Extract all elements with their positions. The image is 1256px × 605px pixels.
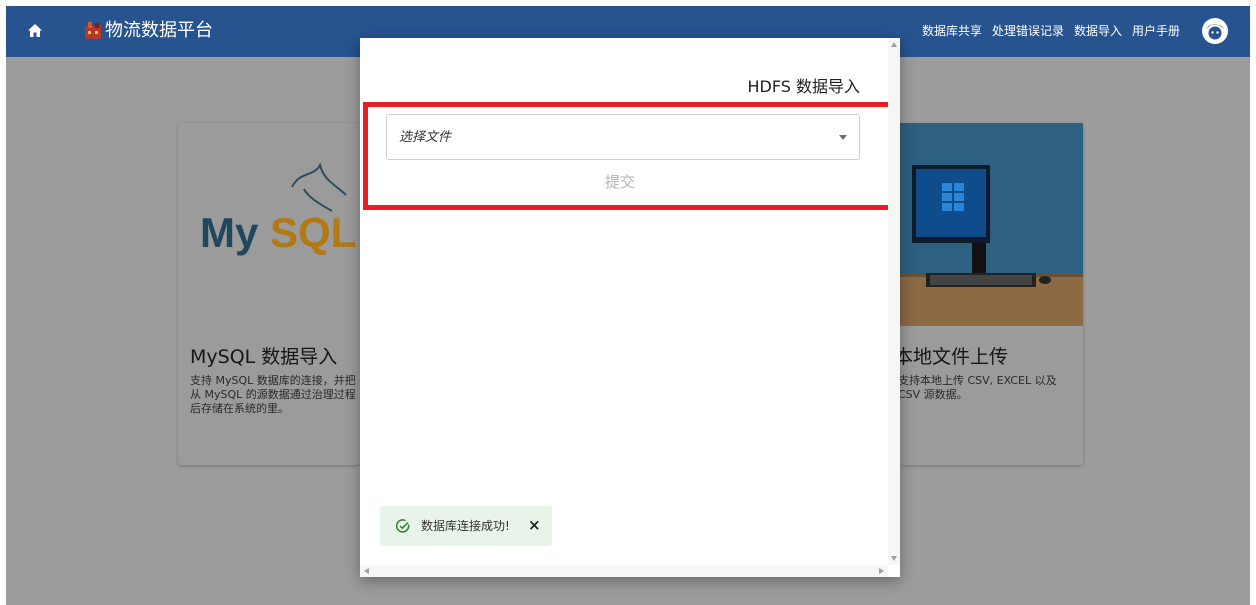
nav-data-import[interactable]: 数据导入 — [1074, 22, 1122, 40]
card-mysql-desc-line: 后存储在系统的里。 — [190, 402, 289, 415]
nav-database-share[interactable]: 数据库共享 — [922, 22, 982, 40]
check-circle-icon — [395, 519, 410, 533]
top-nav-menu: 数据库共享 处理错误记录 数据导入 用户手册 — [922, 22, 1180, 40]
vertical-scrollbar[interactable] — [888, 38, 900, 565]
nav-user-manual[interactable]: 用户手册 — [1132, 22, 1180, 40]
card-local-desc-line: 支持本地上传 CSV, EXCEL 以及 — [898, 374, 1057, 387]
scroll-down-arrow-icon[interactable] — [891, 556, 897, 561]
avatar-icon[interactable] — [1202, 18, 1228, 44]
scroll-left-arrow-icon[interactable] — [364, 568, 369, 574]
card-local-upload[interactable]: 本地文件上传 支持本地上传 CSV, EXCEL 以及 CSV 源数据。 — [894, 123, 1083, 465]
card-mysql-description: 支持 MySQL 数据库的连接，并把 从 MySQL 的源数据通过治理过程 后存… — [190, 374, 380, 416]
mysql-logo: My SQL — [200, 162, 356, 256]
hdfs-import-modal: HDFS 数据导入 选择文件 提交 数据库连接成功! × — [360, 38, 900, 577]
toast-message: 数据库连接成功! — [421, 519, 510, 533]
card-local-desc-line: CSV 源数据。 — [898, 388, 968, 401]
mysql-logo-sql: SQL — [270, 209, 356, 256]
modal-title: HDFS 数据导入 — [747, 77, 860, 96]
horizontal-scrollbar[interactable] — [360, 565, 888, 577]
page-frame: 物流数据平台 数据库共享 处理错误记录 数据导入 用户手册 My SQL MyS… — [0, 0, 1256, 605]
card-mysql-desc-line: 支持 MySQL 数据库的连接，并把 — [190, 374, 356, 387]
logo-icon — [85, 22, 101, 39]
app-window: 物流数据平台 数据库共享 处理错误记录 数据导入 用户手册 My SQL MyS… — [6, 6, 1250, 605]
mysql-logo-my: My — [200, 209, 259, 256]
home-icon[interactable] — [26, 22, 44, 40]
success-toast: 数据库连接成功! × — [380, 506, 552, 546]
card-mysql-desc-line: 从 MySQL 的源数据通过治理过程 — [190, 388, 356, 401]
close-icon[interactable]: × — [528, 516, 541, 534]
app-title: 物流数据平台 — [105, 20, 213, 41]
computer-illustration — [900, 123, 1083, 326]
card-local-description: 支持本地上传 CSV, EXCEL 以及 CSV 源数据。 — [898, 374, 1088, 402]
card-local-title: 本地文件上传 — [894, 346, 1009, 368]
annotation-highlight-box — [363, 102, 900, 210]
scroll-right-arrow-icon[interactable] — [879, 568, 884, 574]
scroll-up-arrow-icon[interactable] — [891, 42, 897, 47]
nav-error-records[interactable]: 处理错误记录 — [992, 22, 1064, 40]
card-mysql-import[interactable]: My SQL MySQL 数据导入 支持 MySQL 数据库的连接，并把 从 M… — [178, 123, 360, 465]
